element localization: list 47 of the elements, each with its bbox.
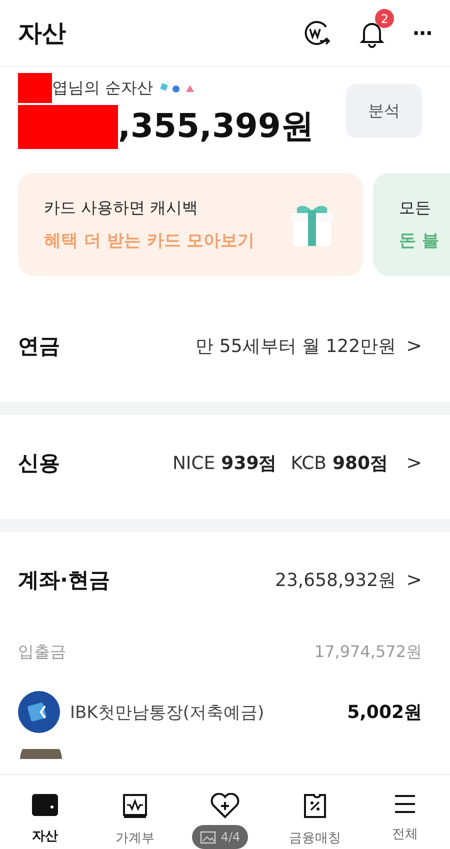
notification-badge: 2	[375, 9, 394, 28]
net-worth-label: 엽님의 순자산	[52, 78, 154, 98]
chevron-right-icon: >	[406, 335, 422, 357]
subheader-label: 입출금	[18, 642, 66, 663]
section-title: 계좌·현금	[18, 567, 110, 594]
promo-subtitle: 카드 사용하면 캐시백	[44, 198, 200, 218]
section-title: 연금	[18, 333, 60, 360]
net-worth-amount: ,355,399원	[118, 105, 314, 147]
section-value: 만 55세부터 월 122만원	[196, 335, 396, 358]
promo-card[interactable]: 모든 돈 불	[373, 173, 450, 276]
section-value: 23,658,932원	[275, 569, 396, 592]
image-counter: 4/4	[220, 830, 240, 844]
coupon-icon	[302, 793, 328, 819]
section-row[interactable]: 연금 만 55세부터 월 122만원 >	[0, 306, 450, 386]
section-value: NICE	[172, 452, 216, 474]
section-value: 980점	[332, 452, 388, 475]
promo-subtitle: 모든	[399, 198, 432, 218]
account-balance: 5,002원	[347, 701, 422, 724]
currency-exchange-icon[interactable]	[302, 18, 332, 48]
nav-tab[interactable]: 가계부	[95, 775, 175, 847]
section-value: 939점	[221, 452, 277, 475]
section-title: 신용	[18, 450, 60, 477]
section-row[interactable]: 신용 NICE 939점 KCB 980점 >	[0, 423, 450, 503]
account-logo-icon	[20, 749, 62, 759]
section-value: KCB	[290, 452, 326, 474]
nav-tab[interactable]: 금융매칭	[275, 775, 355, 847]
image-icon	[200, 830, 216, 844]
account-name: IBK첫만남통장(저축예금)	[70, 702, 266, 724]
nav-tab[interactable]: 전체	[365, 775, 445, 843]
ledger-icon	[122, 793, 148, 819]
nav-tab[interactable]: 자산	[5, 775, 85, 845]
promo-card[interactable]: 카드 사용하면 캐시백 혜택 더 받는 카드 모아보기	[18, 173, 363, 276]
chevron-right-icon: >	[406, 569, 422, 591]
subheader-amount: 17,974,572원	[314, 642, 422, 663]
promo-title: 돈 불	[399, 230, 439, 252]
wallet-icon	[32, 793, 58, 817]
section-row[interactable]: 계좌·현금 23,658,932원 >	[0, 540, 450, 620]
promo-title: 혜택 더 받는 카드 모아보기	[44, 230, 255, 252]
analysis-button[interactable]: 분석	[346, 84, 422, 138]
shapes-icon	[159, 83, 196, 93]
page-title: 자산	[18, 18, 66, 49]
menu-icon	[393, 793, 417, 815]
heart-plus-icon	[210, 793, 240, 819]
account-row[interactable]: IBK첫만남통장(저축예금) 5,002원	[0, 663, 450, 733]
bank-logo-icon	[18, 691, 60, 733]
chevron-right-icon: >	[406, 452, 422, 474]
more-button[interactable]: ···	[412, 21, 432, 45]
